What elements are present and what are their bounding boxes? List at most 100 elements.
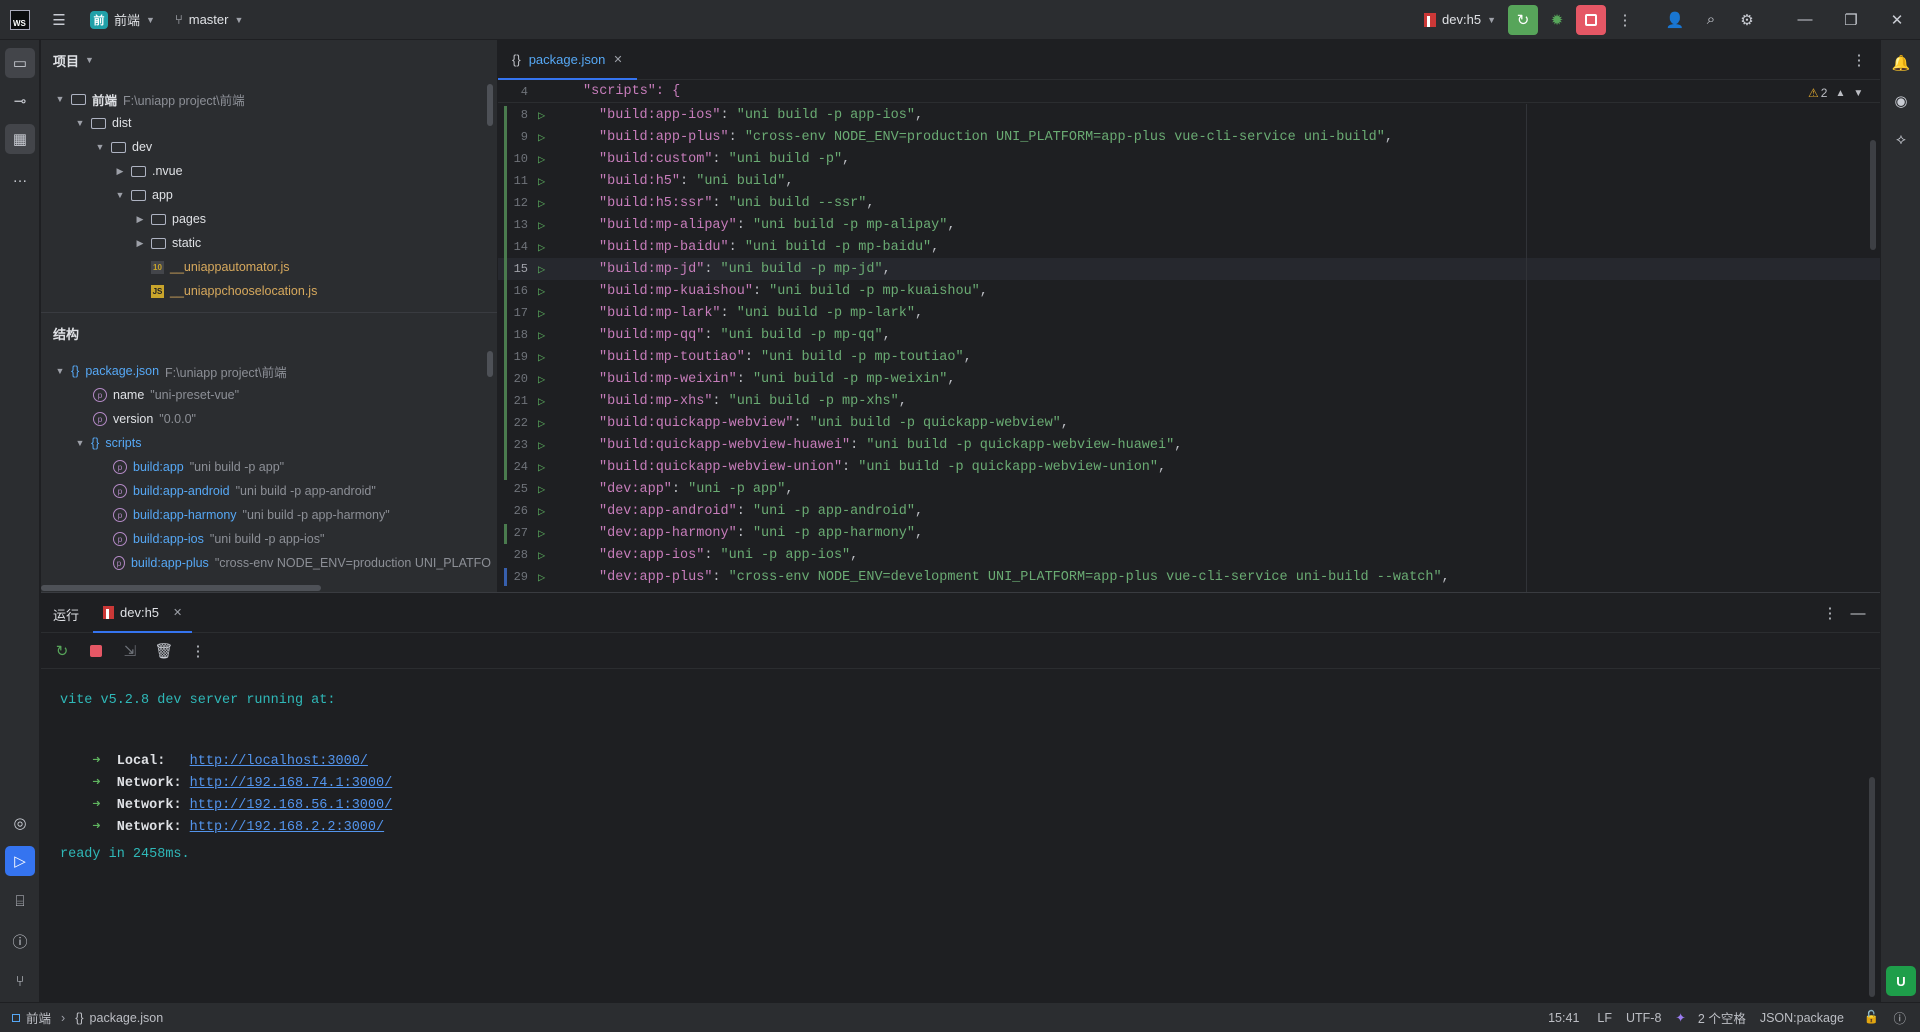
code-line[interactable]: 15 ▷ "build:mp-jd": "uni build -p mp-jd", [498,258,1880,280]
run-script-gutter-icon[interactable]: ▷ [538,548,558,563]
caret-position[interactable]: 15:41 [1548,1011,1579,1025]
run-tab-dev-h5[interactable]: dev:h5 ✕ [93,593,193,633]
run-tool-icon[interactable]: ▷ [5,846,35,876]
run-script-gutter-icon[interactable]: ▷ [538,174,558,189]
collapse-chevron-icon[interactable]: ▶ [135,214,145,225]
clear-trash-icon[interactable]: 🗑 [149,636,179,666]
run-script-gutter-icon[interactable]: ▷ [538,570,558,585]
tree-row-dev[interactable]: ▼ dev [95,135,153,159]
run-more-icon[interactable]: ⋮ [183,636,213,666]
close-tab-icon[interactable]: ✕ [613,53,622,66]
terminal-icon[interactable]: ⌸ [5,886,35,916]
run-script-gutter-icon[interactable]: ▷ [538,240,558,255]
run-script-gutter-icon[interactable]: ▷ [538,262,558,277]
project-panel-header[interactable]: 项目 ▼ [41,40,497,80]
console-link[interactable]: http://192.168.2.2:3000/ [190,820,384,835]
sticky-scroll-line[interactable]: 4 "scripts": { [498,81,1880,103]
expand-chevron-icon[interactable]: ▼ [55,94,65,104]
run-script-gutter-icon[interactable]: ▷ [538,394,558,409]
more-actions-icon[interactable]: ⋮ [1610,5,1640,35]
expand-chevron-icon[interactable]: ▼ [95,142,105,152]
code-line[interactable]: 27 ▷ "dev:app-harmony": "uni -p app-harmon… [498,522,1880,544]
run-panel-options-icon[interactable]: ⋮ [1815,598,1845,628]
structure-prop-row[interactable]: p version "0.0.0" [93,407,196,431]
code-line[interactable]: 25 ▷ "dev:app": "uni -p app", [498,478,1880,500]
structure-icon[interactable]: ▦ [5,124,35,154]
code-line[interactable]: 24 ▷ "build:quickapp-webview-union": "uni … [498,456,1880,478]
run-script-gutter-icon[interactable]: ▷ [538,482,558,497]
main-menu-icon[interactable]: ☰ [44,5,74,35]
run-script-gutter-icon[interactable]: ▷ [538,130,558,145]
code-line[interactable]: 12 ▷ "build:h5:ssr": "uni build --ssr", [498,192,1880,214]
tree-row-file[interactable]: JS __uniappchooselocation.js [151,279,317,303]
code-line[interactable]: 16 ▷ "build:mp-kuaishou": "uni build -p mp… [498,280,1880,302]
breadcrumb-project[interactable]: 前端 [26,1008,51,1027]
file-encoding[interactable]: UTF-8 [1626,1011,1661,1025]
hide-panel-icon[interactable]: — [1843,598,1873,628]
code-line[interactable]: 18 ▷ "build:mp-qq": "uni build -p mp-qq", [498,324,1880,346]
commit-icon[interactable]: ⊸ [5,86,35,116]
ai-status-icon[interactable]: ✦ [1675,1010,1685,1025]
problems-status-icon[interactable]: ⓘ [1893,1008,1906,1027]
structure-script-row[interactable]: p build:app-harmony "uni build -p app-ha… [113,503,390,527]
collapse-chevron-icon[interactable]: ▶ [115,166,125,177]
next-highlight-icon[interactable]: ▼ [1853,88,1863,99]
minimize-button[interactable]: — [1782,5,1828,35]
stop-button[interactable] [1576,4,1606,35]
add-user-icon[interactable]: 👤 [1660,5,1690,35]
more-tools-icon[interactable]: … [5,162,35,192]
run-script-gutter-icon[interactable]: ▷ [538,504,558,519]
run-script-gutter-icon[interactable]: ▷ [538,196,558,211]
expand-chevron-icon[interactable]: ▼ [75,438,85,448]
code-line[interactable]: 26 ▷ "dev:app-android": "uni -p app-androi… [498,500,1880,522]
problems-icon[interactable]: ⓘ [5,926,35,956]
copilot-icon[interactable]: ⟡ [1886,124,1916,154]
editor-v-scrollbar[interactable] [1870,140,1876,250]
run-script-gutter-icon[interactable]: ▷ [538,460,558,475]
structure-root-row[interactable]: ▼ {} package.json F:\uniapp project\前端 [55,359,287,383]
structure-script-row[interactable]: p build:app "uni build -p app" [113,455,284,479]
expand-chevron-icon[interactable]: ▼ [115,190,125,200]
project-folder-icon[interactable]: ▭ [5,48,35,78]
json-schema[interactable]: JSON:package [1760,1011,1844,1025]
run-script-gutter-icon[interactable]: ▷ [538,108,558,123]
run-script-gutter-icon[interactable]: ▷ [538,284,558,299]
structure-v-scrollbar[interactable] [487,351,493,377]
project-switcher[interactable]: 前 前端 ▼ [82,6,163,34]
code-line[interactable]: 9 ▷ "build:app-plus": "cross-env NODE_ENV=… [498,126,1880,148]
run-script-gutter-icon[interactable]: ▷ [538,306,558,321]
git-icon[interactable]: ⑂ [5,966,35,996]
rerun-icon[interactable]: ↻ [47,636,77,666]
tree-row-pages[interactable]: ▶ pages [135,207,207,231]
close-tab-icon[interactable]: ✕ [173,606,182,619]
code-line[interactable]: 29 ▷ "dev:app-plus": "cross-env NODE_ENV=d… [498,566,1880,588]
search-icon[interactable]: ⌕ [1696,5,1726,35]
uniapp-plugin-icon[interactable]: U [1886,966,1916,996]
tree-row-file[interactable]: 10 __uniappautomator.js [151,255,290,279]
breadcrumb-file[interactable]: package.json [90,1011,164,1025]
code-line[interactable]: 11 ▷ "build:h5": "uni build", [498,170,1880,192]
editor-tab-package-json[interactable]: {} package.json ✕ [498,40,637,80]
rerun-button[interactable]: ↻ [1508,4,1538,35]
run-script-gutter-icon[interactable]: ▷ [538,526,558,541]
run-script-gutter-icon[interactable]: ▷ [538,218,558,233]
expand-chevron-icon[interactable]: ▼ [75,118,85,128]
tree-row-static[interactable]: ▶ static [135,231,202,255]
console-v-scrollbar[interactable] [1869,777,1875,997]
tree-row-root[interactable]: ▼ 前端 F:\uniapp project\前端 [55,87,245,111]
code-line[interactable]: 17 ▷ "build:mp-lark": "uni build -p mp-lar… [498,302,1880,324]
code-line[interactable]: 10 ▷ "build:custom": "uni build -p", [498,148,1880,170]
structure-h-scrollbar[interactable] [41,585,321,591]
debug-icon[interactable]: ✹ [1542,5,1572,35]
structure-prop-row[interactable]: p name "uni-preset-vue" [93,383,239,407]
code-line[interactable]: 20 ▷ "build:mp-weixin": "uni build -p mp-w… [498,368,1880,390]
services-icon[interactable]: ◎ [5,808,35,838]
code-line[interactable]: 22 ▷ "build:quickapp-webview": "uni build … [498,412,1880,434]
branch-switcher[interactable]: ⑂ master ▼ [167,6,251,34]
line-separator[interactable]: LF [1597,1011,1612,1025]
stop-icon[interactable] [81,636,111,666]
inspection-widget[interactable]: ⚠ 2 ▲ ▼ [1808,86,1863,100]
structure-scripts-row[interactable]: ▼ {} scripts [75,431,142,455]
code-line[interactable]: 8 ▷ "build:app-ios": "uni build -p app-ios… [498,104,1880,126]
indent-setting[interactable]: 2 个空格 [1698,1008,1746,1027]
